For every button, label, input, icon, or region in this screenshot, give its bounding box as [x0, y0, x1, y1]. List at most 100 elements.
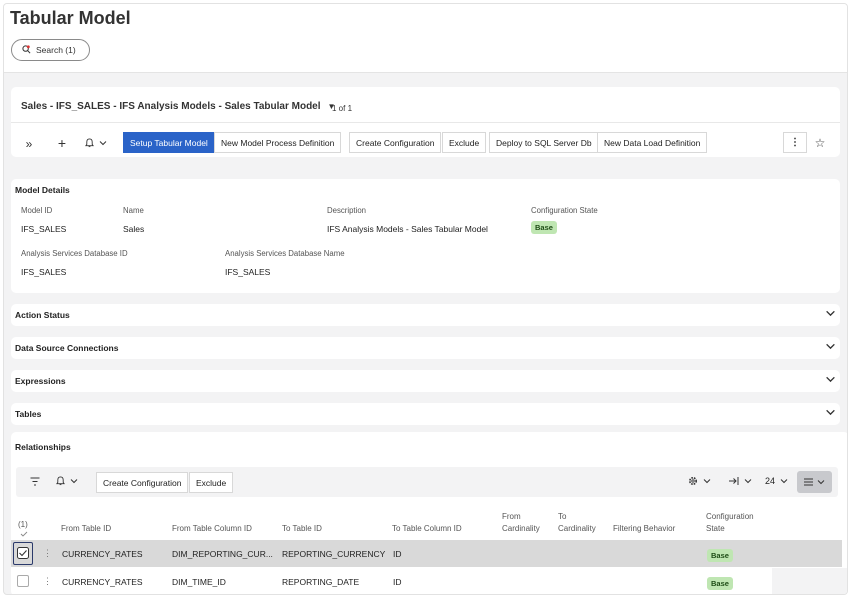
col-to-table-column-id[interactable]: To Table Column ID: [392, 523, 462, 534]
to-column-cell: ID: [393, 549, 402, 559]
view-mode-button[interactable]: [797, 471, 832, 493]
chevron-down-icon[interactable]: [825, 374, 836, 385]
notification-menu-button[interactable]: [81, 132, 111, 153]
to-table-cell: REPORTING_DATE: [282, 577, 360, 587]
gear-icon: [688, 476, 698, 486]
page-size-value: 24: [765, 476, 776, 486]
notification-menu-button[interactable]: [56, 476, 78, 486]
chevron-down-icon: [703, 479, 711, 484]
relationships-title: Relationships: [15, 442, 71, 452]
col-from-cardinality-line1: From: [502, 512, 521, 521]
relationships-toolbar: Create Configuration Exclude 24: [16, 467, 838, 497]
chevron-down-icon: [99, 140, 107, 145]
model-details-title: Model Details: [15, 185, 70, 195]
col-filtering-behavior[interactable]: Filtering Behavior: [613, 523, 675, 534]
section-data-source-connections[interactable]: Data Source Connections: [11, 337, 840, 359]
description-value: IFS Analysis Models - Sales Tabular Mode…: [327, 224, 488, 234]
record-header: Sales - IFS_SALES - IFS Analysis Models …: [11, 87, 840, 157]
analysis-services-db-id-value: IFS_SALES: [21, 267, 67, 277]
from-column-cell: DIM_REPORTING_CUR...: [172, 549, 273, 559]
to-table-cell: REPORTING_CURRENCY: [282, 549, 386, 559]
bell-icon: [85, 137, 94, 147]
configuration-state-label: Configuration State: [531, 206, 598, 215]
export-arrow-icon: [729, 477, 739, 485]
chevron-down-icon[interactable]: [825, 407, 836, 418]
bell-icon: [56, 476, 65, 486]
export-menu-button[interactable]: [728, 476, 752, 486]
relationships-card: Relationships Create Configuration Exclu…: [11, 432, 847, 594]
chevron-down-icon[interactable]: [825, 308, 836, 319]
table-row[interactable]: ⋮ CURRENCY_RATES DIM_REPORTING_CUR... RE…: [11, 540, 842, 567]
section-action-status[interactable]: Action Status: [11, 304, 840, 326]
page-title: Tabular Model: [10, 8, 131, 28]
search-button[interactable]: Search (1): [11, 39, 90, 61]
more-options-icon[interactable]: ⋮: [783, 132, 807, 153]
col-configuration-state-line1: Configuration: [706, 512, 754, 521]
data-source-connections-title: Data Source Connections: [15, 343, 119, 353]
rel-create-configuration-button[interactable]: Create Configuration: [96, 472, 189, 493]
chevron-down-icon: [70, 479, 78, 484]
col-from-cardinality[interactable]: From Cardinality: [502, 511, 540, 534]
to-column-cell: ID: [393, 577, 402, 587]
page-header: Tabular Model Search (1): [4, 4, 847, 73]
new-model-process-definition-button[interactable]: New Model Process Definition: [214, 132, 342, 153]
col-configuration-state[interactable]: Configuration State: [706, 511, 754, 534]
from-table-cell: CURRENCY_RATES: [62, 549, 143, 559]
app-frame: Tabular Model Search (1) Sales - IFS_SAL…: [3, 3, 848, 595]
selected-count: (1): [18, 520, 28, 529]
from-column-cell: DIM_TIME_ID: [172, 577, 226, 587]
col-from-cardinality-line2: Cardinality: [502, 524, 540, 533]
expand-double-chevron-icon[interactable]: »: [21, 133, 37, 154]
create-configuration-button[interactable]: Create Configuration: [349, 132, 442, 153]
row-checkbox-checked[interactable]: [17, 547, 29, 559]
analysis-services-db-name-label: Analysis Services Database Name: [225, 249, 345, 258]
search-button-label: Search (1): [36, 45, 76, 55]
exclude-button[interactable]: Exclude: [442, 132, 487, 153]
command-toolbar: » + Setup Tabular Model New Model Proces…: [11, 122, 840, 156]
select-all-check-icon[interactable]: [20, 531, 28, 537]
col-to-cardinality[interactable]: To Cardinality: [558, 511, 596, 534]
config-state-badge: Base: [707, 549, 733, 562]
action-status-title: Action Status: [15, 310, 70, 320]
chevron-down-icon[interactable]: [825, 341, 836, 352]
chevron-down-icon: [780, 479, 788, 484]
section-expressions[interactable]: Expressions: [11, 370, 840, 392]
list-view-icon: [804, 478, 813, 486]
table-row[interactable]: ⋮ CURRENCY_RATES DIM_TIME_ID REPORTING_D…: [11, 568, 842, 594]
description-label: Description: [327, 206, 366, 215]
record-selector[interactable]: Sales - IFS_SALES - IFS Analysis Models …: [21, 101, 335, 112]
col-to-cardinality-line2: Cardinality: [558, 524, 596, 533]
record-count: 1 of 1: [332, 104, 353, 113]
analysis-services-db-name-value: IFS_SALES: [225, 267, 271, 277]
new-data-load-definition-button[interactable]: New Data Load Definition: [597, 132, 708, 153]
add-icon[interactable]: +: [55, 132, 69, 153]
deploy-to-sql-server-db-button[interactable]: Deploy to SQL Server Db: [489, 132, 599, 153]
favorite-star-icon[interactable]: ☆: [813, 132, 827, 153]
setup-tabular-model-button[interactable]: Setup Tabular Model: [123, 132, 215, 153]
rel-exclude-button[interactable]: Exclude: [189, 472, 234, 493]
name-label: Name: [123, 206, 144, 215]
chevron-down-icon: [744, 479, 752, 484]
analysis-services-db-id-label: Analysis Services Database ID: [21, 249, 128, 258]
record-title: Sales - IFS_SALES - IFS Analysis Models …: [21, 101, 321, 112]
from-table-cell: CURRENCY_RATES: [62, 577, 143, 587]
model-details-card: Model Details Model ID IFS_SALES Name Sa…: [11, 179, 840, 293]
col-to-cardinality-line1: To: [558, 512, 567, 521]
col-from-table-id[interactable]: From Table ID: [61, 523, 111, 534]
chevron-down-icon: [817, 480, 825, 485]
row-menu-icon[interactable]: ⋮: [43, 576, 52, 587]
row-checkbox[interactable]: [17, 575, 29, 587]
col-to-table-id[interactable]: To Table ID: [282, 523, 322, 534]
col-from-table-column-id[interactable]: From Table Column ID: [172, 523, 252, 534]
search-icon: [22, 45, 31, 54]
tables-title: Tables: [15, 409, 42, 419]
model-id-label: Model ID: [21, 206, 53, 215]
config-state-badge: Base: [707, 577, 733, 590]
row-menu-icon[interactable]: ⋮: [43, 548, 52, 559]
page-size-select[interactable]: 24: [765, 476, 788, 486]
settings-menu-button[interactable]: [688, 476, 711, 486]
filter-lines-icon[interactable]: [30, 477, 40, 486]
section-tables[interactable]: Tables: [11, 403, 840, 425]
model-id-value: IFS_SALES: [21, 224, 67, 234]
configuration-state-badge: Base: [531, 221, 557, 234]
